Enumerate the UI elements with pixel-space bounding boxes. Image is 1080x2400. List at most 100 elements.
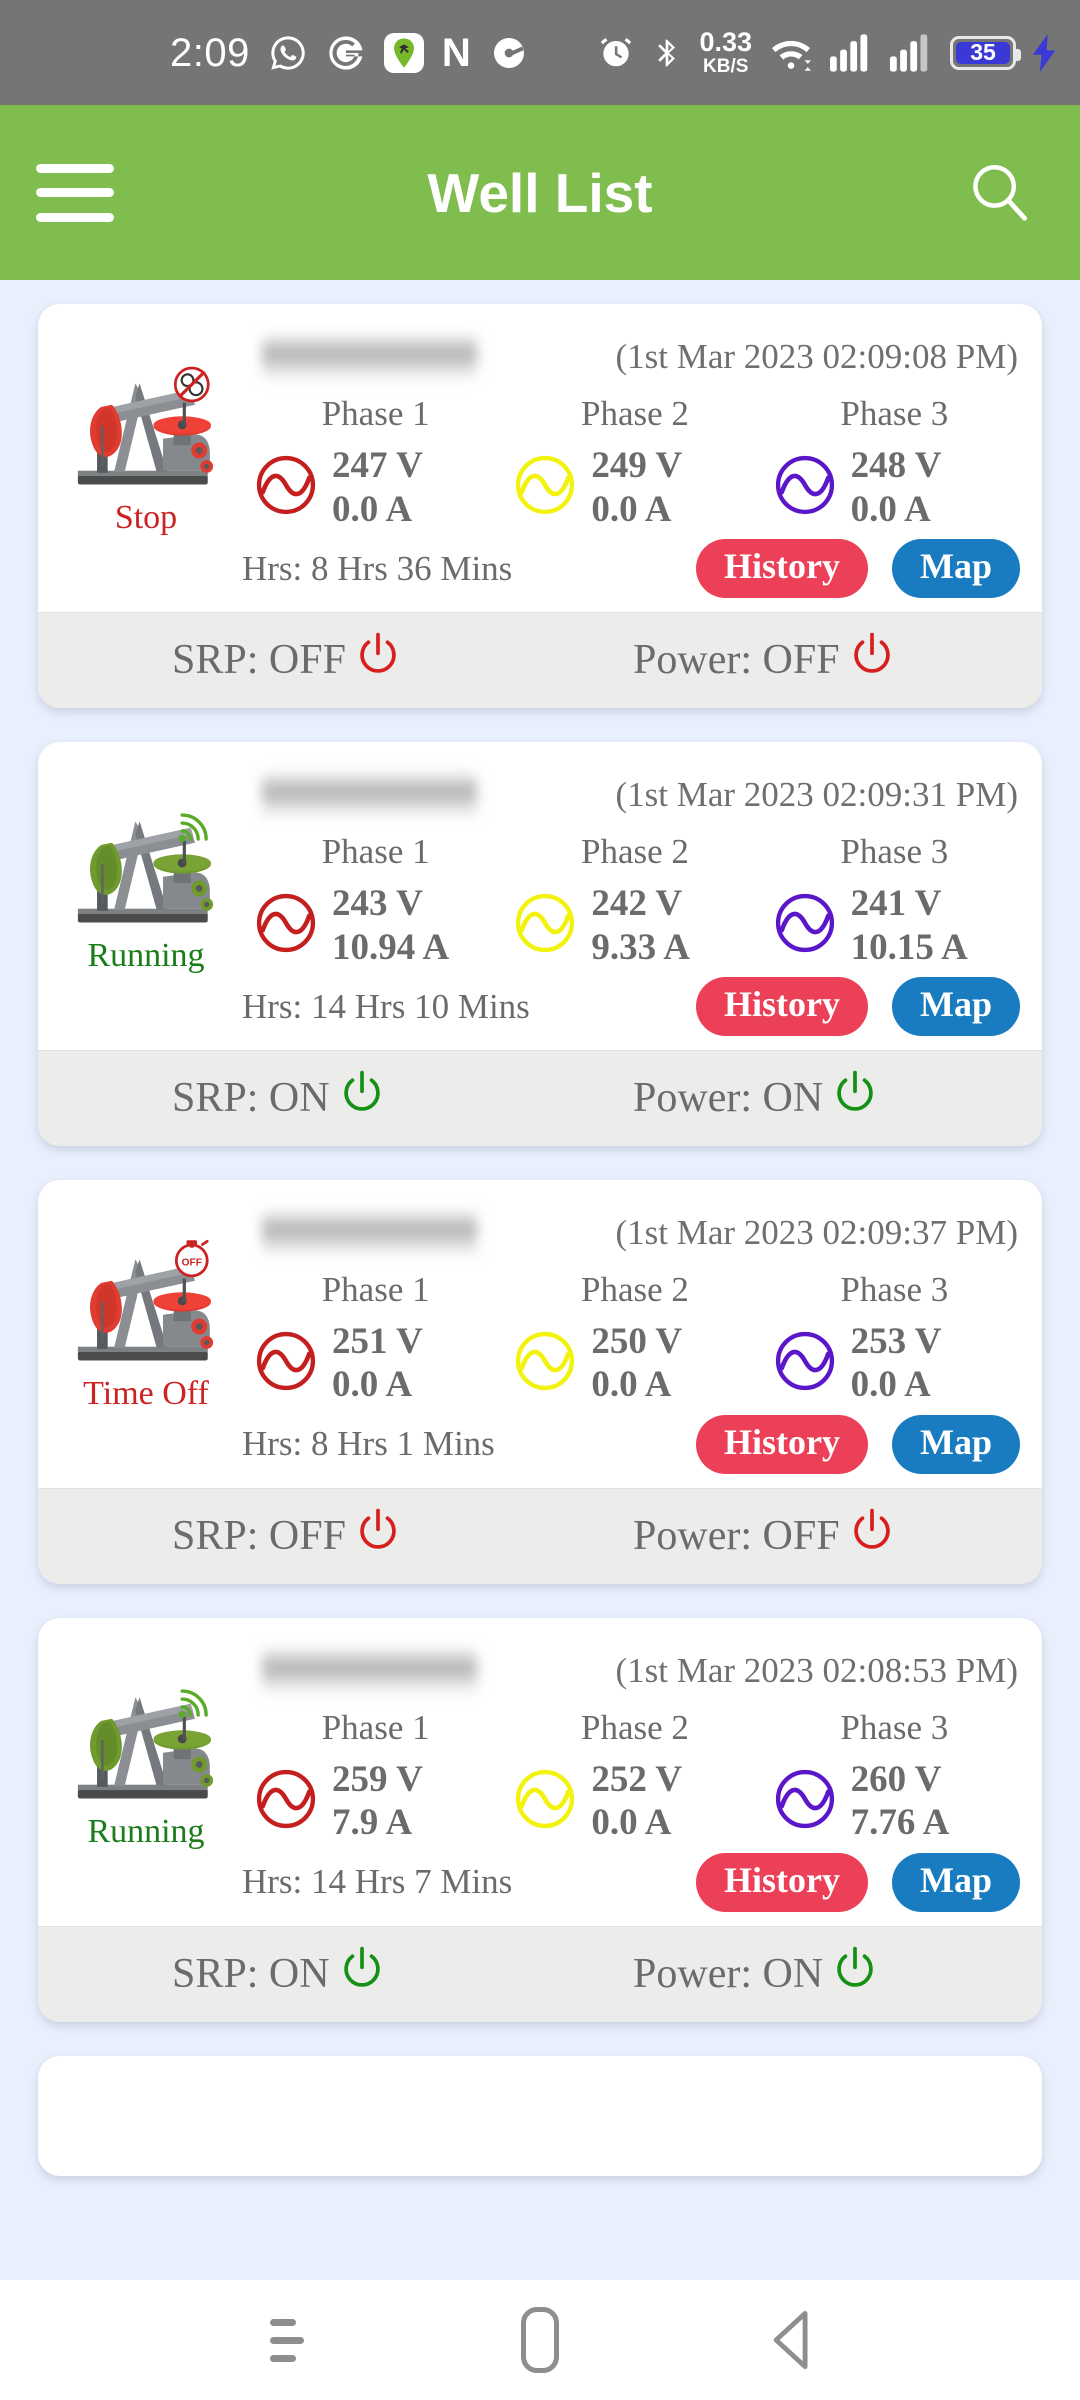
power-toggle-icon-main[interactable] xyxy=(833,1070,877,1127)
wifi-icon xyxy=(772,40,812,71)
hamburger-line xyxy=(36,163,114,173)
phase-voltage: 259 V xyxy=(332,1758,423,1800)
recents-icon[interactable] xyxy=(227,2280,347,2400)
well-card[interactable]: OFF Time Off (1st Mar 2023 02:09:37 PM) … xyxy=(38,1179,1042,1584)
phase-header-row: Phase 1 Phase 2 Phase 3 xyxy=(236,1708,1024,1748)
power-toggle-icon-main[interactable] xyxy=(833,1946,877,2003)
phase-readings-2: 250 V 0.0 A xyxy=(591,1320,682,1407)
srp-value: OFF xyxy=(268,1513,346,1560)
map-button[interactable]: Map xyxy=(892,1415,1020,1474)
recents-line xyxy=(269,2318,297,2326)
phase-voltage: 260 V xyxy=(850,1758,942,1800)
phase-voltage: 249 V xyxy=(591,445,683,486)
well-info-column: (1st Mar 2023 02:09:37 PM) Phase 1 Phase… xyxy=(236,1194,1024,1478)
well-card[interactable]: Running (1st Mar 2023 02:08:53 PM) Phase… xyxy=(38,1617,1042,2022)
history-button[interactable]: History xyxy=(696,1415,868,1474)
well-card-partial[interactable] xyxy=(38,2055,1042,2176)
history-button[interactable]: History xyxy=(696,539,868,598)
phase-readings-3: 260 V 7.76 A xyxy=(851,1758,950,1845)
back-icon[interactable] xyxy=(733,2280,853,2400)
phase-header-2: Phase 2 xyxy=(581,1707,689,1747)
pumpjack-column: OFF Time Off xyxy=(56,1194,236,1478)
phase-current: 7.76 A xyxy=(850,1802,950,1844)
power-status[interactable]: Power: OFF xyxy=(581,1508,1042,1565)
hamburger-line xyxy=(36,212,114,222)
phase-cell-2: 249 V 0.0 A xyxy=(505,444,764,531)
power-status[interactable]: Power: ON xyxy=(581,1946,1042,2003)
phase-cell-1: 259 V 7.9 A xyxy=(246,1758,505,1845)
srp-value: ON xyxy=(268,1075,330,1122)
home-icon[interactable] xyxy=(480,2280,600,2400)
well-card[interactable]: Stop (1st Mar 2023 02:09:08 PM) Phase 1 … xyxy=(38,304,1042,708)
srp-status[interactable]: SRP: OFF xyxy=(38,632,581,689)
phase-header-3: Phase 3 xyxy=(840,1269,949,1309)
sine-wave-icon-phase1 xyxy=(254,453,318,522)
hamburger-line xyxy=(36,188,114,197)
recents-line xyxy=(269,2336,304,2344)
battery-level: 35 xyxy=(956,41,1010,64)
well-info-column: (1st Mar 2023 02:09:08 PM) Phase 1 Phase… xyxy=(236,318,1024,602)
phase-header-2: Phase 2 xyxy=(581,394,689,433)
well-list[interactable]: Stop (1st Mar 2023 02:09:08 PM) Phase 1 … xyxy=(0,280,1080,2280)
srp-label: SRP: ON xyxy=(172,1075,330,1122)
history-button[interactable]: History xyxy=(696,1853,868,1912)
well-info-column: (1st Mar 2023 02:08:53 PM) Phase 1 Phase… xyxy=(236,1632,1024,1916)
well-card-footer: SRP: ON Power: ON xyxy=(38,1049,1042,1146)
power-toggle-icon-srp[interactable] xyxy=(340,1070,384,1127)
run-hours-label: Hrs: 8 Hrs 1 Mins xyxy=(242,1424,495,1464)
map-button[interactable]: Map xyxy=(892,539,1020,598)
run-hours-label: Hrs: 14 Hrs 10 Mins xyxy=(242,986,530,1026)
phase-current: 0.0 A xyxy=(591,1364,672,1406)
sine-wave-icon-phase2 xyxy=(513,453,577,522)
recents-glyph xyxy=(269,2318,304,2362)
phase-values-row: 247 V 0.0 A 249 V 0.0 A 248 V 0.0 A xyxy=(236,444,1024,531)
power-toggle-icon-main[interactable] xyxy=(850,632,894,689)
phase-header-2: Phase 2 xyxy=(581,831,689,871)
sine-wave-icon-phase3 xyxy=(773,1767,837,1836)
phase-header-1: Phase 1 xyxy=(321,394,430,433)
phase-voltage: 253 V xyxy=(850,1320,942,1362)
srp-value: ON xyxy=(268,1951,330,1998)
svg-text:OFF: OFF xyxy=(182,1257,202,1268)
well-timestamp: (1st Mar 2023 02:08:53 PM) xyxy=(615,1650,1019,1690)
well-status-label: Time Off xyxy=(83,1374,209,1412)
phase-voltage: 248 V xyxy=(850,445,942,486)
well-timestamp: (1st Mar 2023 02:09:37 PM) xyxy=(615,1212,1019,1252)
power-label: Power: ON xyxy=(633,1951,824,1998)
history-button[interactable]: History xyxy=(696,977,868,1036)
phase-voltage: 251 V xyxy=(332,1320,423,1362)
map-button[interactable]: Map xyxy=(892,1853,1020,1912)
well-header-row: (1st Mar 2023 02:09:31 PM) xyxy=(236,756,1024,834)
phase-readings-3: 241 V 10.15 A xyxy=(851,882,968,969)
search-icon[interactable] xyxy=(964,157,1036,229)
phase-current: 0.0 A xyxy=(332,1364,413,1406)
well-actions: History Map xyxy=(696,977,1024,1036)
sine-wave-icon-phase2 xyxy=(513,1767,577,1836)
well-card-body: Stop (1st Mar 2023 02:09:08 PM) Phase 1 … xyxy=(38,304,1042,612)
network-speed-unit: KB/S xyxy=(703,56,749,77)
signal-bars-icon xyxy=(890,33,928,72)
well-card[interactable]: Running (1st Mar 2023 02:09:31 PM) Phase… xyxy=(38,741,1042,1146)
power-status[interactable]: Power: ON xyxy=(581,1070,1042,1127)
battery-indicator: 35 xyxy=(950,35,1021,70)
map-button[interactable]: Map xyxy=(892,977,1020,1036)
phase-current: 0.0 A xyxy=(591,1802,672,1844)
power-toggle-icon-srp[interactable] xyxy=(356,632,400,689)
power-toggle-icon-srp[interactable] xyxy=(356,1508,400,1565)
power-toggle-icon-main[interactable] xyxy=(850,1508,894,1565)
power-value: ON xyxy=(762,1075,824,1122)
srp-status[interactable]: SRP: ON xyxy=(38,1070,581,1127)
power-value: ON xyxy=(762,1951,824,1998)
srp-label: SRP: OFF xyxy=(172,1513,346,1560)
page-title: Well List xyxy=(427,161,653,224)
app-bar: Well List xyxy=(0,105,1080,280)
signal-bars-icon xyxy=(830,33,868,72)
phase-values-row: 251 V 0.0 A 250 V 0.0 A 253 V 0.0 A xyxy=(236,1320,1024,1407)
hamburger-menu-icon[interactable] xyxy=(36,163,114,222)
srp-status[interactable]: SRP: OFF xyxy=(38,1508,581,1565)
well-card-footer: SRP: OFF Power: OFF xyxy=(38,1487,1042,1584)
power-toggle-icon-srp[interactable] xyxy=(340,1946,384,2003)
phase-readings-3: 253 V 0.0 A xyxy=(851,1320,942,1407)
srp-status[interactable]: SRP: ON xyxy=(38,1946,581,2003)
power-status[interactable]: Power: OFF xyxy=(581,632,1042,689)
